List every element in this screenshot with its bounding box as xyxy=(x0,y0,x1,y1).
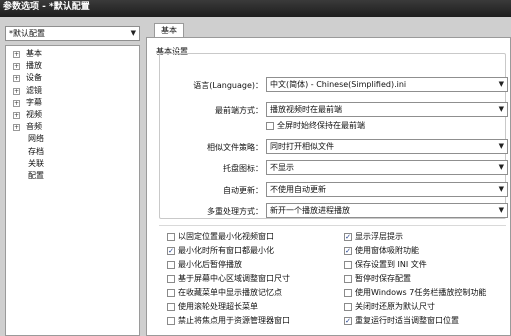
profile-select[interactable]: *默认配置 ▼ xyxy=(5,26,140,41)
profile-select-value: *默认配置 xyxy=(9,29,45,38)
tree-item-playback[interactable]: + 播放 xyxy=(10,60,139,72)
chevron-down-icon: ▼ xyxy=(498,105,504,113)
tree-item-audio[interactable]: + 音频 xyxy=(10,121,139,133)
tree-item-filters[interactable]: + 滤镜 xyxy=(10,85,139,97)
tree-item-devices[interactable]: + 设备 xyxy=(10,72,139,84)
checkbox-box[interactable] xyxy=(344,275,352,283)
plus-icon[interactable]: + xyxy=(13,51,20,58)
checkbox-box[interactable] xyxy=(344,261,352,269)
tray-icon-select[interactable]: 不显示 ▼ xyxy=(266,160,508,175)
chevron-down-icon: ▼ xyxy=(498,142,504,150)
tab-bar: 基本 xyxy=(146,23,508,37)
tree-item-associations[interactable]: 关联 xyxy=(10,158,139,170)
chevron-down-icon: ▼ xyxy=(498,206,504,214)
tree-item-basic[interactable]: + 基本 xyxy=(10,48,139,60)
tree-item-video[interactable]: + 视频 xyxy=(10,109,139,121)
tree-item-network[interactable]: 网络 xyxy=(10,133,139,145)
plus-icon[interactable]: + xyxy=(13,75,20,83)
chevron-down-icon: ▼ xyxy=(498,185,504,193)
tab-basic[interactable]: 基本 xyxy=(154,23,184,37)
checkbox-box[interactable] xyxy=(167,289,175,297)
plus-icon[interactable]: + xyxy=(13,87,20,95)
checkmark-icon[interactable]: ✓ xyxy=(344,233,352,241)
tree-item-config[interactable]: 配置 xyxy=(10,170,139,182)
plus-icon[interactable]: + xyxy=(13,111,20,119)
window-title: 参数选项 - *默认配置 xyxy=(0,0,511,17)
chevron-down-icon: ▼ xyxy=(498,163,504,171)
language-label: 语言(Language)： xyxy=(193,81,263,90)
plus-icon[interactable]: + xyxy=(13,124,20,132)
checkbox-box[interactable] xyxy=(167,261,175,269)
checkbox-box[interactable] xyxy=(344,289,352,297)
auto-update-select[interactable]: 不使用自动更新 ▼ xyxy=(266,182,508,197)
chevron-down-icon: ▼ xyxy=(498,80,504,88)
chevron-down-icon: ▼ xyxy=(130,29,136,37)
checkmark-icon[interactable]: ✓ xyxy=(344,317,352,325)
checkmark-icon[interactable]: ✓ xyxy=(344,247,352,255)
checkbox-box[interactable] xyxy=(266,122,274,130)
multi-process-select[interactable]: 新开一个播放进程播放 ▼ xyxy=(266,203,508,218)
tray-icon-label: 托盘图标： xyxy=(223,164,263,173)
language-select[interactable]: 中文(简体) - Chinese(Simplified).ini ▼ xyxy=(266,77,508,92)
checkmark-icon[interactable]: ✓ xyxy=(167,247,175,255)
multi-process-label: 多重处理方式： xyxy=(207,207,263,216)
category-tree[interactable]: + 基本 + 播放 + 设备 + 滤镜 + 字幕 + 视频 + 音频 网络 存档 关联 配置 xyxy=(5,45,140,336)
ontop-label: 最前端方式： xyxy=(215,106,263,115)
tree-item-archive[interactable]: 存档 xyxy=(10,146,139,158)
checkbox-box[interactable] xyxy=(167,317,175,325)
ontop-select[interactable]: 播放视频时在最前端 ▼ xyxy=(266,102,508,117)
checkbox-box[interactable] xyxy=(167,303,175,311)
checkbox-box[interactable] xyxy=(167,233,175,241)
plus-icon[interactable]: + xyxy=(13,99,20,107)
auto-update-label: 自动更新： xyxy=(223,186,263,195)
similar-files-label: 相似文件策略： xyxy=(207,143,263,152)
checkbox-box[interactable] xyxy=(167,275,175,283)
similar-files-select[interactable]: 同时打开相似文件 ▼ xyxy=(266,139,508,154)
checkbox-box[interactable] xyxy=(344,303,352,311)
plus-icon[interactable]: + xyxy=(13,63,20,71)
preferences-window: *默认配置 ▼ + 基本 + 播放 + 设备 + 滤镜 + 字幕 + 视频 + 音频 网络 存… xyxy=(0,17,511,336)
basic-settings-panel: 基本设置 语言(Language)： 中文(简体) - Chinese(Simp… xyxy=(146,37,511,336)
tree-item-subtitles[interactable]: + 字幕 xyxy=(10,97,139,109)
